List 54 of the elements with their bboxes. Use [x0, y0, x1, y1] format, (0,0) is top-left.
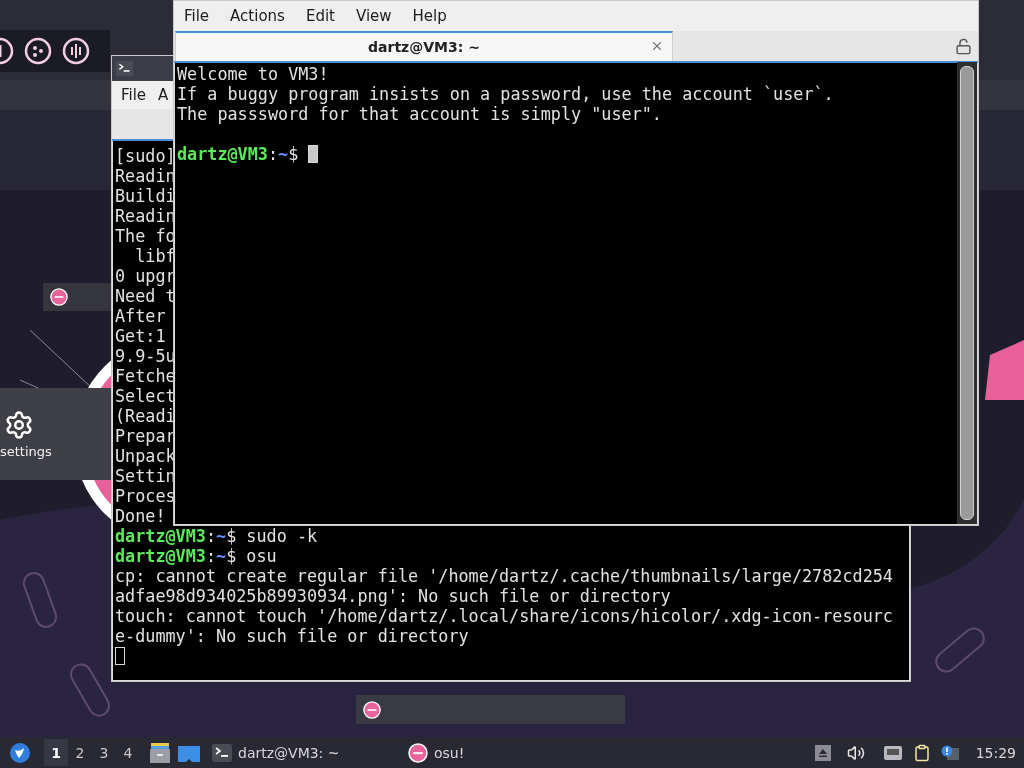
terminal-line: If a buggy program insists on a password, use the account `user`. [177, 84, 834, 104]
prompt-line: dartz@VM3:~$ [177, 144, 319, 164]
menu-item[interactable]: View [355, 7, 392, 25]
workspace-button[interactable]: 1 [44, 739, 68, 766]
clock: 15:29 [975, 744, 1016, 761]
terminal-line: adfae98d934025b89930934.png': No such file or directory [115, 586, 671, 606]
menu-item[interactable]: Help [412, 7, 447, 25]
taskbar-task-button[interactable]: dartz@VM3: ~ [208, 739, 404, 766]
menu-item[interactable]: File [184, 7, 210, 25]
settings-panel[interactable]: settings [0, 388, 112, 480]
terminal-line: Settin [115, 466, 176, 486]
workspace-button[interactable]: 2 [68, 739, 92, 766]
terminal-line: Buildi [115, 186, 176, 206]
prompt-line: dartz@VM3:~$ osu [115, 546, 277, 566]
terminal-line: Welcome to VM3! [177, 64, 329, 84]
settings-label: settings [0, 443, 52, 459]
taskbar-task-button[interactable]: osu! [404, 739, 534, 766]
terminal-icon [116, 60, 133, 77]
menu-item[interactable]: A [158, 86, 169, 104]
logo-icon [408, 742, 428, 763]
terminal-line: Get:1 [115, 326, 166, 346]
logo-icon [363, 700, 381, 719]
menu-item[interactable]: File [121, 86, 147, 104]
terminal-line: touch: cannot touch '/home/dartz/.local/share/icons/hicolor/.xdg-icon-resourc [115, 606, 893, 626]
terminal-line: 0 upgr [115, 266, 176, 286]
terminal-line: Fetche [115, 366, 176, 386]
terminal-line: Prepar [115, 426, 176, 446]
terminal-line: [sudo] [115, 146, 176, 166]
terminal-line: Unpack [115, 446, 176, 466]
menu-item[interactable]: Edit [305, 7, 335, 25]
terminal-icon [212, 742, 232, 763]
terminal-line: Readin [115, 166, 176, 186]
workspace-button[interactable]: 3 [92, 739, 116, 766]
workspace-button[interactable]: 4 [116, 739, 140, 766]
terminal-line: Proces [115, 486, 176, 506]
dots-icon[interactable] [24, 37, 52, 65]
terminal-line: Select [115, 386, 176, 406]
terminal-line: Readin [115, 206, 176, 226]
terminal-line: (Readi [115, 406, 176, 426]
terminal-line: libf [134, 246, 176, 266]
close-icon[interactable] [650, 39, 664, 53]
terminal-line: e-dummy': No such file or directory [115, 626, 469, 646]
terminal-line: After [115, 306, 166, 326]
unlocked-padlock-icon[interactable] [955, 38, 972, 55]
menu-item[interactable]: Actions [230, 7, 285, 25]
settings-icon [4, 409, 34, 440]
logo-icon [50, 288, 68, 306]
terminal-tab[interactable]: dartz@VM3: ~ [175, 31, 673, 61]
terminal-line: Done! [115, 506, 166, 526]
equalizer-icon[interactable] [62, 37, 90, 65]
terminal-line: cp: cannot create regular file '/home/dartz/.cache/thumbnails/large/2782cd254 [115, 566, 893, 586]
scrollbar[interactable] [957, 62, 977, 524]
prompt-line: dartz@VM3:~$ sudo -k [115, 526, 318, 546]
terminal-line: The passsword for that account is simply "user". [177, 104, 662, 124]
